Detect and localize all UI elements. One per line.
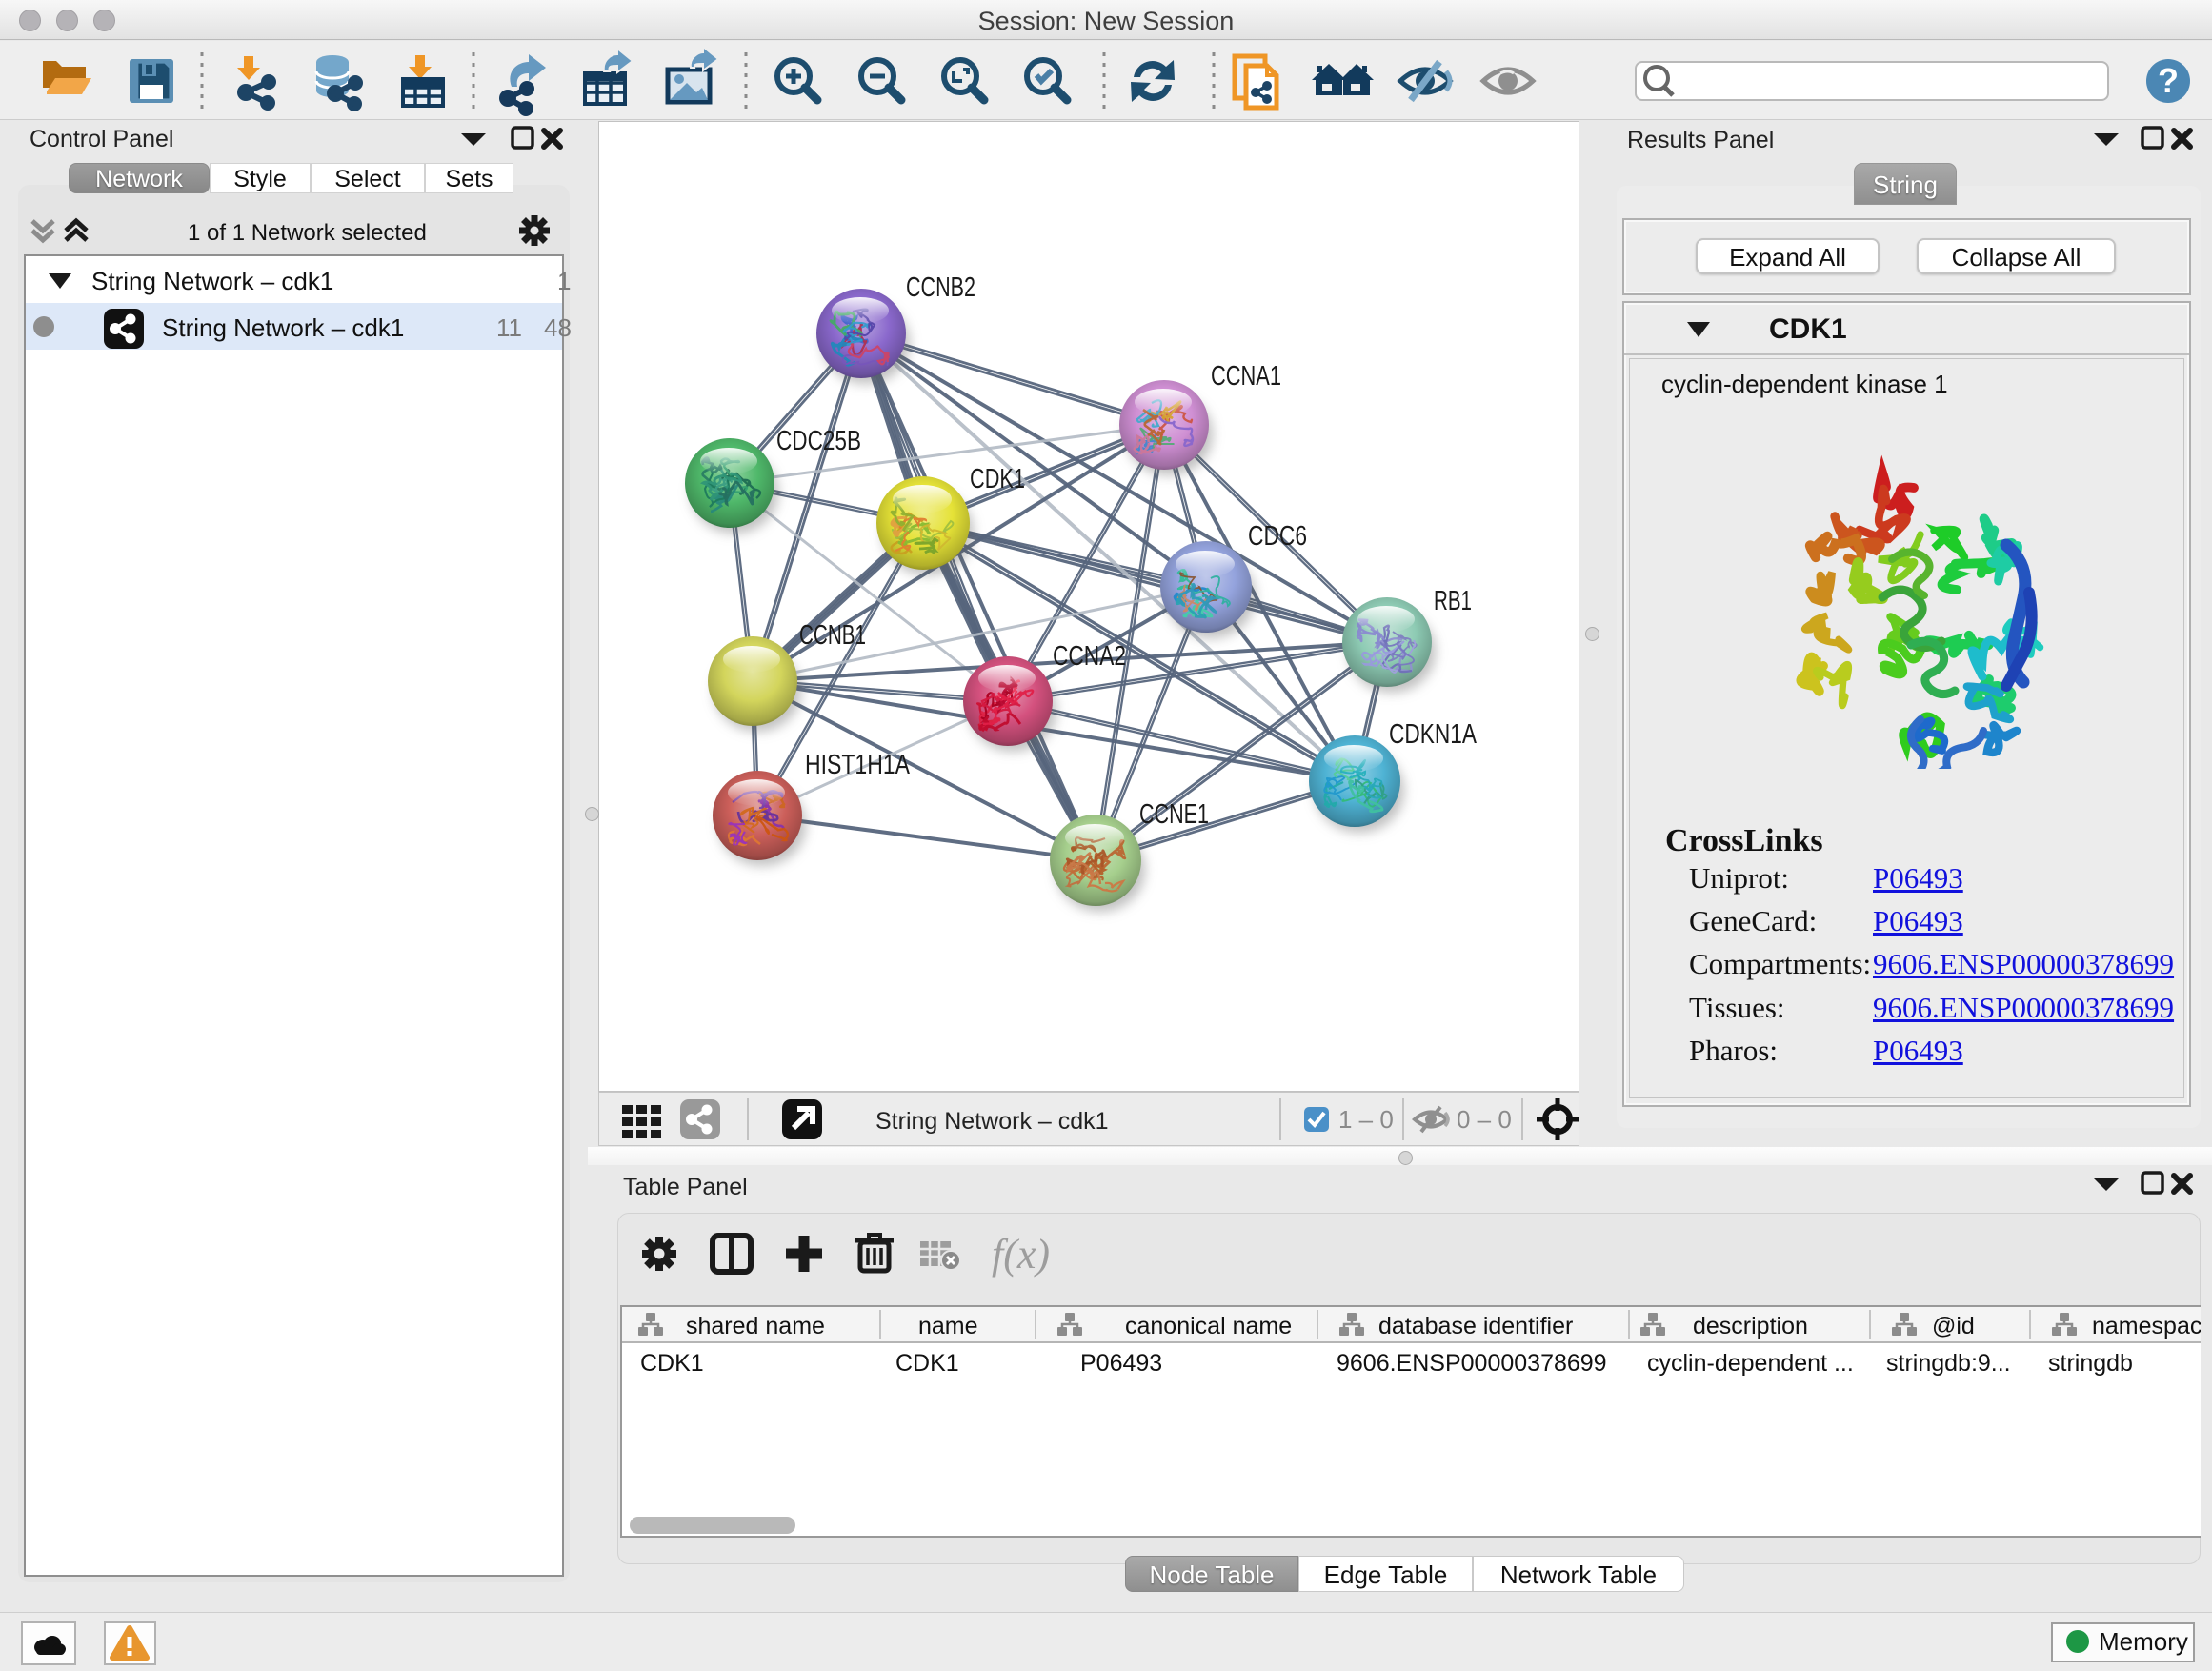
svg-text:HIST1H1A: HIST1H1A [805, 750, 911, 780]
svg-text:?: ? [2158, 61, 2179, 100]
svg-text:CCNA2: CCNA2 [1053, 641, 1126, 672]
svg-text:1 – 0: 1 – 0 [1338, 1105, 1394, 1134]
svg-text:CCNB2: CCNB2 [906, 272, 975, 303]
svg-text:RB1: RB1 [1434, 586, 1472, 616]
svg-text:String Network – cdk1: String Network – cdk1 [875, 1108, 1109, 1135]
svg-text:CCNA1: CCNA1 [1211, 361, 1281, 392]
svg-text:@id: @id [1932, 1313, 1975, 1339]
svg-text:canonical name: canonical name [1125, 1313, 1292, 1339]
svg-text:0 – 0: 0 – 0 [1457, 1105, 1512, 1134]
svg-text:Memory: Memory [2099, 1627, 2188, 1656]
svg-text:CCNB1: CCNB1 [799, 620, 866, 651]
svg-text:CDKN1A: CDKN1A [1389, 719, 1478, 750]
svg-text:description: description [1693, 1313, 1808, 1339]
svg-text:name: name [918, 1313, 978, 1339]
svg-text:CDC25B: CDC25B [776, 426, 861, 456]
svg-text:namespace: namespace [2092, 1313, 2201, 1339]
svg-text:shared name: shared name [686, 1313, 825, 1339]
svg-text:1 of 1 Network selected: 1 of 1 Network selected [188, 220, 427, 246]
svg-text:CDK1: CDK1 [970, 464, 1025, 494]
svg-text:CCNE1: CCNE1 [1139, 799, 1209, 830]
svg-text:database identifier: database identifier [1378, 1313, 1573, 1339]
svg-text:CDC6: CDC6 [1248, 521, 1307, 552]
svg-text:f(x): f(x) [992, 1231, 1050, 1278]
